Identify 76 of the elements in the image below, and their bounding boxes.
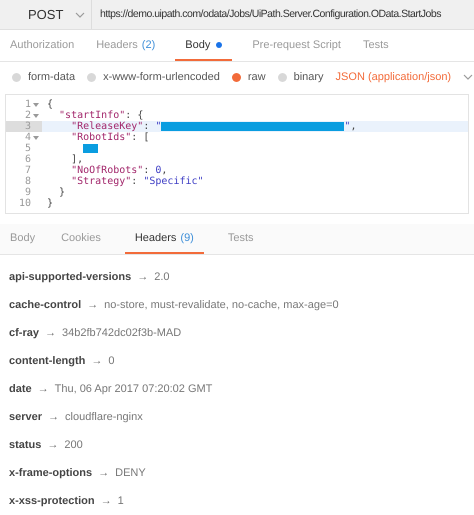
- header-value: 200: [64, 438, 83, 454]
- arrow: →: [87, 298, 98, 314]
- arrow: →: [137, 270, 148, 286]
- line-number: 5: [24, 143, 31, 154]
- header-value: 2.0: [154, 270, 170, 286]
- header-value: DENY: [115, 466, 146, 482]
- arrow: →: [47, 438, 58, 454]
- code-token: "ReleaseKey": [70, 121, 144, 132]
- code-token: ],: [70, 154, 84, 165]
- line-number: 1: [24, 99, 31, 110]
- code-token: {: [47, 99, 54, 110]
- line-number: 9: [24, 187, 31, 198]
- code-token: "RobotIds": [70, 132, 132, 143]
- redaction-bar: [83, 144, 98, 153]
- fold-caret-icon[interactable]: [33, 114, 39, 118]
- line-number: 7: [24, 165, 31, 176]
- code-token: 0: [155, 165, 162, 176]
- code-token: "Specific": [143, 176, 204, 187]
- line-number: 2: [24, 110, 31, 121]
- code-token: "NoOfRobots": [70, 165, 144, 176]
- fold-caret-icon[interactable]: [33, 136, 39, 140]
- header-value: 0: [108, 354, 115, 370]
- arrow: →: [91, 354, 102, 370]
- header-name: cf-ray: [9, 326, 39, 342]
- code-token: :: [143, 165, 150, 176]
- code-token: : {: [125, 110, 144, 121]
- line-number: 3: [24, 121, 31, 132]
- radio-option[interactable]: x-www-form-urlencoded: [87, 68, 220, 86]
- code-token: "Strategy": [70, 176, 132, 187]
- url-field[interactable]: https://demo.uipath.com/odata/Jobs/UiPath.Server.Configuration.OData.StartJobs: [92, 0, 474, 29]
- radio-button[interactable]: [278, 72, 287, 82]
- header-name: x-frame-options: [9, 466, 92, 482]
- header-name: server: [9, 410, 42, 426]
- header-value: Thu, 06 Apr 2017 07:20:02 GMT: [54, 382, 212, 398]
- arrow: →: [100, 494, 112, 510]
- header-value: no-store, must-revalidate, no-cache, max-age=0: [104, 298, 339, 314]
- header-value: cloudflare-nginx: [65, 410, 143, 426]
- arrow: →: [38, 382, 49, 398]
- code-token: :: [131, 176, 138, 187]
- code-token: ,: [161, 165, 168, 176]
- tab[interactable]: Headers (9): [124, 230, 204, 254]
- chevron-down-icon: [463, 74, 474, 80]
- code-token: : [: [131, 132, 150, 143]
- line-number: 8: [24, 176, 31, 187]
- method-dropdown[interactable]: POST: [0, 0, 92, 29]
- radio-option[interactable]: form-data: [12, 68, 76, 86]
- code-token: }: [58, 187, 66, 198]
- line-number: 10: [18, 198, 31, 209]
- code-token: :: [143, 121, 150, 132]
- header-name: content-length: [9, 354, 86, 370]
- header-name: cache-control: [9, 298, 82, 314]
- radio-button[interactable]: [232, 72, 241, 82]
- header-value: 1: [118, 494, 124, 510]
- header-value: 34b2fb742dc02f3b-MAD: [62, 326, 182, 342]
- radio-button[interactable]: [12, 72, 21, 82]
- code-token: ": [344, 121, 350, 132]
- tab[interactable]: Body: [175, 36, 232, 61]
- arrow: →: [44, 326, 56, 342]
- line-number: 6: [24, 154, 31, 165]
- code-token: ": [155, 121, 162, 132]
- header-name: status: [9, 438, 42, 454]
- radio-button[interactable]: [87, 72, 96, 82]
- code-editor[interactable]: 1 { 2 "startInfo": { 3 "ReleaseKey": " ", 4 "RobotIds": [ 5 6 ], 7 "NoOfRobots": 0, 8 "Strategy": "Specific" 9 } 10 }: [5, 94, 469, 214]
- code-token: }: [47, 198, 54, 209]
- header-name: date: [9, 382, 32, 398]
- header-name: x-xss-protection: [9, 494, 95, 510]
- code-token: ,: [350, 121, 356, 132]
- radio-option[interactable]: raw: [232, 68, 266, 86]
- arrow: →: [98, 466, 110, 482]
- line-number: 4: [24, 132, 31, 143]
- fold-caret-icon[interactable]: [33, 102, 39, 106]
- header-name: api-supported-versions: [9, 270, 132, 286]
- radio-option[interactable]: binary: [278, 68, 324, 86]
- code-token: "startInfo": [58, 110, 126, 121]
- chevron-down-icon: [75, 12, 86, 18]
- arrow: →: [48, 410, 60, 426]
